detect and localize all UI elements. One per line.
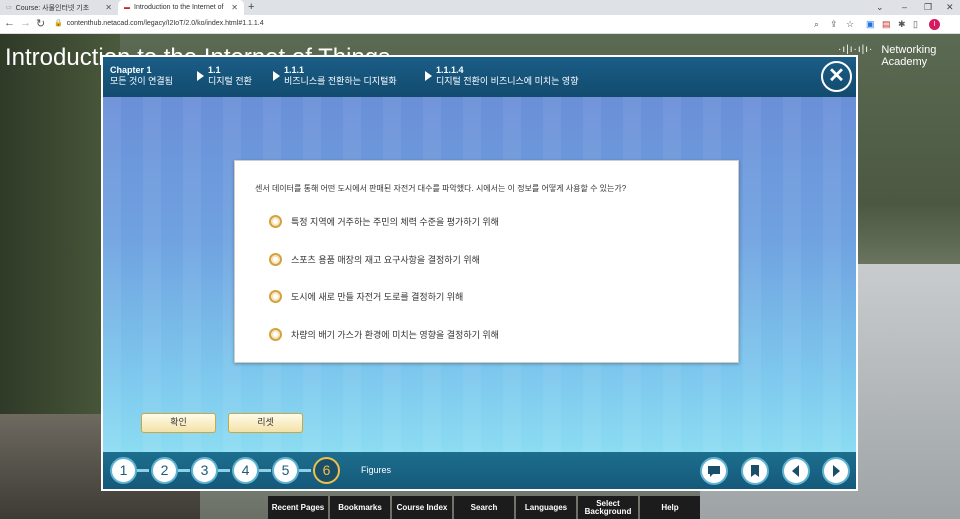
- forward-icon[interactable]: →: [20, 17, 31, 29]
- breadcrumb-arrow-icon: [425, 71, 432, 81]
- answer-option-2[interactable]: 스포츠 용품 매장의 재고 요구사항을 결정하기 위해: [269, 253, 480, 266]
- reset-button[interactable]: 리셋: [228, 413, 303, 433]
- question-text: 센서 데이터를 통해 어떤 도시에서 판매된 자전거 대수를 파악했다. 시에서…: [255, 184, 627, 193]
- modal-footer: 1 2 3 4 5 6 Figures: [103, 452, 856, 489]
- extensions-icon[interactable]: ✱: [898, 19, 906, 30]
- tab-search-icon[interactable]: ⌄: [876, 0, 884, 15]
- option-label: 스포츠 용품 매장의 재고 요구사항을 결정하기 위해: [291, 255, 480, 265]
- radio-button[interactable]: [269, 215, 282, 228]
- quiz-card: 센서 데이터를 통해 어떤 도시에서 판매된 자전거 대수를 파악했다. 시에서…: [234, 160, 739, 363]
- pdf-extension-icon[interactable]: ▤: [882, 19, 891, 30]
- logo-line1: Networking: [881, 44, 937, 56]
- answer-option-3[interactable]: 도시에 새로 만들 자전거 도로를 결정하기 위해: [269, 290, 463, 303]
- menu-recent-pages[interactable]: Recent Pages: [268, 496, 328, 519]
- page-connector: [137, 469, 149, 472]
- star-icon[interactable]: ☆: [846, 19, 854, 30]
- cisco-favicon-icon: ▬: [124, 4, 130, 11]
- page-dot-6-current[interactable]: 6: [313, 457, 340, 484]
- figures-link[interactable]: Figures: [361, 465, 391, 475]
- reload-icon[interactable]: ↻: [36, 17, 45, 30]
- logo-line2: Academy: [881, 56, 928, 68]
- breadcrumb-number: Chapter 1: [110, 65, 152, 75]
- lock-icon: 🔒: [54, 20, 63, 27]
- tab-title: Introduction to the Internet of: [134, 4, 224, 11]
- new-tab-button[interactable]: +: [248, 0, 254, 15]
- page-dot-1[interactable]: 1: [110, 457, 137, 484]
- answer-option-1[interactable]: 특정 지역에 거주하는 주민의 체력 수준을 평가하기 위해: [269, 215, 499, 228]
- browser-tab-introduction[interactable]: ▬ Introduction to the Internet of ✕: [118, 0, 244, 15]
- option-label: 도시에 새로 만들 자전거 도로를 결정하기 위해: [291, 292, 464, 302]
- breadcrumb-label: 디지털 전환: [208, 76, 252, 86]
- close-tab-icon[interactable]: ✕: [105, 3, 112, 12]
- content-modal: Chapter 1 모든 것이 연결됨 1.1 디지털 전환 1.1.1 비즈니…: [101, 55, 858, 491]
- page-connector: [178, 469, 190, 472]
- profile-avatar[interactable]: I: [929, 19, 940, 30]
- page-dot-5[interactable]: 5: [272, 457, 299, 484]
- menu-help[interactable]: Help: [640, 496, 700, 519]
- page-dot-3[interactable]: 3: [191, 457, 218, 484]
- modal-body: 센서 데이터를 통해 어떤 도시에서 판매된 자전거 대수를 파악했다. 시에서…: [103, 97, 856, 452]
- radio-button[interactable]: [269, 253, 282, 266]
- url-text: contenthub.netacad.com/legacy/I2IoT/2.0/…: [66, 20, 264, 27]
- browser-tab-course[interactable]: ▭ Course: 사물인터넷 기초 ✕: [0, 0, 118, 15]
- next-icon[interactable]: [822, 457, 850, 485]
- confirm-button[interactable]: 확인: [141, 413, 216, 433]
- chat-icon[interactable]: [700, 457, 728, 485]
- breadcrumb-topic[interactable]: 1.1.1 비즈니스를 전환하는 디지털화: [284, 65, 397, 87]
- breadcrumb-label: 디지털 전환이 비즈니스에 미치는 영향: [436, 76, 579, 86]
- previous-icon[interactable]: [782, 457, 810, 485]
- back-icon[interactable]: ←: [4, 17, 15, 29]
- breadcrumb-label: 비즈니스를 전환하는 디지털화: [284, 76, 397, 86]
- page-icon: ▭: [6, 5, 12, 11]
- close-window-button[interactable]: ✕: [946, 0, 954, 15]
- bookmark-icon[interactable]: [741, 457, 769, 485]
- breadcrumb-number: 1.1: [208, 65, 221, 75]
- option-label: 차량의 배기 가스가 환경에 미치는 영향을 결정하기 위해: [291, 330, 499, 340]
- page-connector: [259, 469, 271, 472]
- translate-icon[interactable]: ▣: [866, 19, 875, 30]
- side-panel-icon[interactable]: ▯: [913, 19, 918, 30]
- breadcrumb-page[interactable]: 1.1.1.4 디지털 전환이 비즈니스에 미치는 영향: [436, 65, 578, 87]
- minimize-button[interactable]: –: [902, 0, 907, 15]
- breadcrumb-arrow-icon: [197, 71, 204, 81]
- page-connector: [299, 469, 311, 472]
- radio-button[interactable]: [269, 328, 282, 341]
- page-connector: [218, 469, 230, 472]
- breadcrumb-label: 모든 것이 연결됨: [110, 76, 173, 86]
- share-icon[interactable]: ⇪: [830, 19, 838, 30]
- menu-search[interactable]: Search: [454, 496, 514, 519]
- option-label: 특정 지역에 거주하는 주민의 체력 수준을 평가하기 위해: [291, 217, 499, 227]
- url-field[interactable]: 🔒 contenthub.netacad.com/legacy/I2IoT/2.0…: [54, 19, 264, 27]
- breadcrumb-section[interactable]: 1.1 디지털 전환: [208, 65, 252, 87]
- menu-bookmarks[interactable]: Bookmarks: [330, 496, 390, 519]
- address-bar: ← → ↻ 🔒 contenthub.netacad.com/legacy/I2I…: [0, 15, 960, 34]
- close-modal-button[interactable]: ✕: [821, 61, 852, 92]
- cisco-bars-icon: ·ı|ı·ı|ı·: [838, 44, 874, 55]
- answer-option-4[interactable]: 차량의 배기 가스가 환경에 미치는 영향을 결정하기 위해: [269, 328, 499, 341]
- zoom-icon[interactable]: ⌕: [814, 19, 819, 30]
- page-dot-2[interactable]: 2: [151, 457, 178, 484]
- modal-header: Chapter 1 모든 것이 연결됨 1.1 디지털 전환 1.1.1 비즈니…: [103, 57, 856, 97]
- menu-course-index[interactable]: Course Index: [392, 496, 452, 519]
- breadcrumb-number: 1.1.1: [284, 65, 305, 75]
- bottom-menu: Recent Pages Bookmarks Course Index Sear…: [268, 496, 700, 519]
- page-dot-4[interactable]: 4: [232, 457, 259, 484]
- menu-languages[interactable]: Languages: [516, 496, 576, 519]
- radio-button[interactable]: [269, 290, 282, 303]
- browser-tab-bar: ▭ Course: 사물인터넷 기초 ✕ ▬ Introduction to t…: [0, 0, 960, 15]
- restore-button[interactable]: ❐: [924, 0, 932, 15]
- breadcrumb-arrow-icon: [273, 71, 280, 81]
- breadcrumb-chapter[interactable]: Chapter 1 모든 것이 연결됨: [110, 65, 173, 87]
- close-tab-icon[interactable]: ✕: [231, 3, 238, 12]
- tab-title: Course: 사물인터넷 기초: [15, 4, 90, 12]
- breadcrumb-number: 1.1.1.4: [436, 65, 464, 75]
- menu-select-background[interactable]: Select Background: [578, 496, 638, 519]
